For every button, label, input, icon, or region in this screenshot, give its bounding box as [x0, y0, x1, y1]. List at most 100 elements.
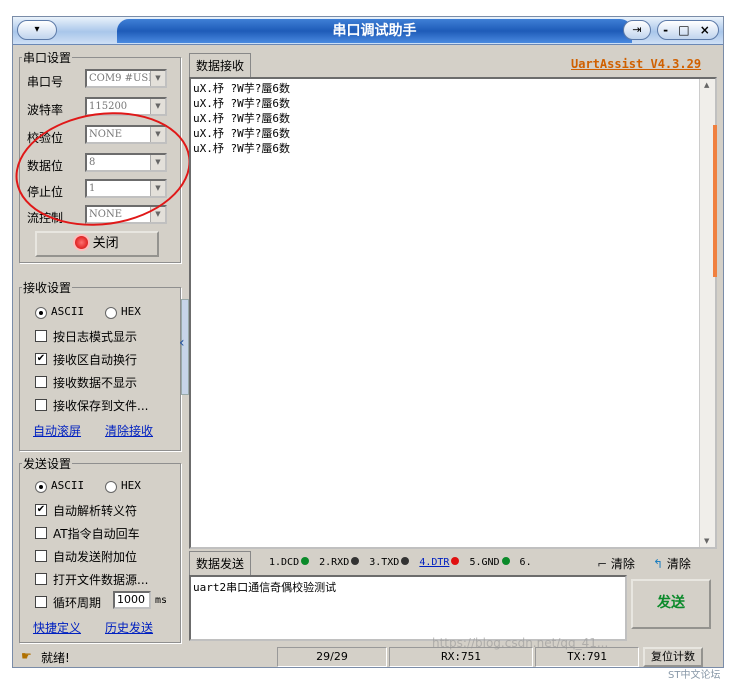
pin-label: 3.TXD	[369, 557, 400, 568]
receive-line: uX.杼 ?W芋?蜃6数	[193, 127, 290, 140]
send-button[interactable]: 发送	[631, 579, 711, 629]
pin-label: 5.GND	[469, 557, 500, 568]
serial-settings-legend: 串口设置	[23, 51, 72, 65]
auto-wrap-label: 接收区自动换行	[53, 353, 138, 367]
send-hex-radio[interactable]	[105, 481, 117, 493]
pin-label: 1.DCD	[269, 557, 300, 568]
window-controls[interactable]: - □ ×	[657, 20, 719, 40]
clear-send-label-2: 清除	[666, 557, 691, 571]
pin-led-icon	[351, 557, 360, 565]
receive-line: uX.杼 ?W芋?蜃6数	[193, 97, 290, 110]
pin-indicator: 6.	[520, 557, 532, 568]
pin-indicator: 4.DTR	[419, 557, 460, 568]
escape-label: 自动解析转义符	[53, 504, 138, 518]
baud-label: 波特率	[27, 103, 64, 117]
receive-lines: uX.杼 ?W芋?蜃6数 uX.杼 ?W芋?蜃6数 uX.杼 ?W芋?蜃6数 uX.杼…	[191, 79, 715, 158]
save-file-label: 接收保存到文件...	[53, 399, 149, 413]
status-count: 29/29	[277, 647, 387, 667]
port-label: 串口号	[27, 75, 64, 89]
status-led-icon	[75, 236, 89, 249]
hide-data-checkbox[interactable]	[35, 376, 47, 388]
pin-indicator: 1.DCD	[269, 557, 310, 568]
receive-textarea[interactable]: uX.杼 ?W芋?蜃6数 uX.杼 ?W芋?蜃6数 uX.杼 ?W芋?蜃6数 uX.杼…	[189, 77, 717, 549]
period-unit: ms	[155, 595, 168, 606]
send-hex-label: HEX	[121, 479, 141, 492]
file-source-label: 打开文件数据源...	[53, 573, 149, 587]
file-source-checkbox[interactable]	[35, 573, 47, 585]
recv-hex-label: HEX	[121, 305, 141, 318]
clear-send-label-1: 清除	[610, 557, 635, 571]
recv-hex-radio[interactable]	[105, 307, 117, 319]
clear-arrow-icon: ↰	[653, 557, 664, 571]
receive-line: uX.杼 ?W芋?蜃6数	[193, 112, 290, 125]
pin-led-icon	[451, 557, 460, 565]
tab-receive[interactable]: 数据接收	[189, 53, 252, 77]
append-bit-checkbox[interactable]	[35, 550, 47, 562]
send-settings-legend: 发送设置	[23, 457, 72, 471]
window-title: 串口调试助手	[117, 19, 632, 43]
receive-line: uX.杼 ?W芋?蜃6数	[193, 82, 290, 95]
app-window: ▾ 串口调试助手 ⇥ - □ × 串口设置 串口号 COM9 #USI ▼ 波特率…	[8, 16, 724, 668]
close-port-label: 关闭	[92, 236, 119, 251]
log-mode-label: 按日志模式显示	[53, 330, 138, 344]
clear-icon: ⌐	[597, 557, 608, 571]
send-textarea[interactable]: uart2串口通信奇偶校验测试	[189, 575, 627, 641]
at-cr-label: AT指令自动回车	[53, 527, 140, 541]
watermark: https://blog.csdn.net/qq_41...	[432, 636, 609, 650]
watermark-forum: ST中文论坛	[668, 670, 721, 681]
baud-value: 115200	[89, 101, 128, 112]
receive-line: uX.杼 ?W芋?蜃6数	[193, 142, 290, 155]
pin-indicator: 3.TXD	[369, 557, 410, 568]
close-port-button[interactable]: 关闭	[35, 231, 159, 257]
loop-label: 循环周期	[53, 596, 102, 610]
receive-scrollbar[interactable]: ▲ ▼	[699, 79, 717, 547]
send-ascii-radio[interactable]	[35, 481, 47, 493]
pin-led-icon	[501, 557, 510, 565]
port-select[interactable]: COM9 #USI ▼	[85, 69, 167, 88]
status-bar: ☛ 就绪! 29/29 RX:751 TX:791 复位计数	[13, 647, 723, 667]
version-link[interactable]: UartAssist V4.3.29	[571, 57, 701, 71]
period-input[interactable]: 1000	[113, 591, 151, 609]
auto-scroll-link[interactable]: 自动滚屏	[33, 422, 81, 439]
clear-send-button-2[interactable]: ↰ 清除	[653, 555, 691, 572]
at-cr-checkbox[interactable]	[35, 527, 47, 539]
loop-checkbox[interactable]	[35, 596, 47, 608]
pin-label: 2.RXD	[319, 557, 350, 568]
status-rx: RX:751	[389, 647, 533, 667]
pin-led-icon	[301, 557, 310, 565]
hide-data-label: 接收数据不显示	[53, 376, 138, 390]
pin-status-bar: 1.DCD 2.RXD 3.TXD 4.DTR 5.GND 6.	[269, 555, 542, 571]
append-bit-label: 自动发送附加位	[53, 550, 138, 564]
scroll-down-icon[interactable]: ▼	[704, 537, 709, 545]
title-bar: ▾ 串口调试助手 ⇥ - □ ×	[13, 17, 723, 45]
save-file-checkbox[interactable]	[35, 399, 47, 411]
recv-ascii-label: ASCII	[51, 305, 85, 318]
tab-send[interactable]: 数据发送	[189, 551, 252, 575]
scroll-up-icon[interactable]: ▲	[704, 81, 709, 89]
port-value: COM9 #USI	[89, 73, 153, 84]
status-tx: TX:791	[535, 647, 639, 667]
system-menu-button[interactable]: ▾	[17, 20, 57, 40]
receive-settings-legend: 接收设置	[23, 281, 72, 295]
status-ready: 就绪!	[41, 651, 70, 665]
pin-led-icon	[401, 557, 410, 565]
auto-wrap-checkbox[interactable]: ✔	[35, 353, 47, 365]
pin-icon[interactable]: ⇥	[623, 20, 651, 40]
escape-checkbox[interactable]: ✔	[35, 504, 47, 516]
chevron-down-icon[interactable]: ▼	[150, 99, 165, 114]
clear-receive-link[interactable]: 清除接收	[105, 422, 153, 439]
pin-indicator: 2.RXD	[319, 557, 360, 568]
reset-count-button[interactable]: 复位计数	[643, 647, 703, 667]
log-mode-checkbox[interactable]	[35, 330, 47, 342]
send-ascii-label: ASCII	[51, 479, 85, 492]
chevron-down-icon[interactable]: ▼	[150, 71, 165, 86]
shortcut-link[interactable]: 快捷定义	[33, 619, 81, 636]
chevron-left-icon[interactable]: ‹	[179, 335, 185, 351]
pin-label: 4.DTR	[419, 557, 450, 568]
history-link[interactable]: 历史发送	[105, 619, 153, 636]
pin-indicator: 5.GND	[469, 557, 510, 568]
scroll-thumb[interactable]	[713, 125, 717, 277]
send-text: uart2串口通信奇偶校验测试	[193, 581, 337, 594]
clear-send-button-1[interactable]: ⌐ 清除	[597, 555, 635, 572]
recv-ascii-radio[interactable]	[35, 307, 47, 319]
